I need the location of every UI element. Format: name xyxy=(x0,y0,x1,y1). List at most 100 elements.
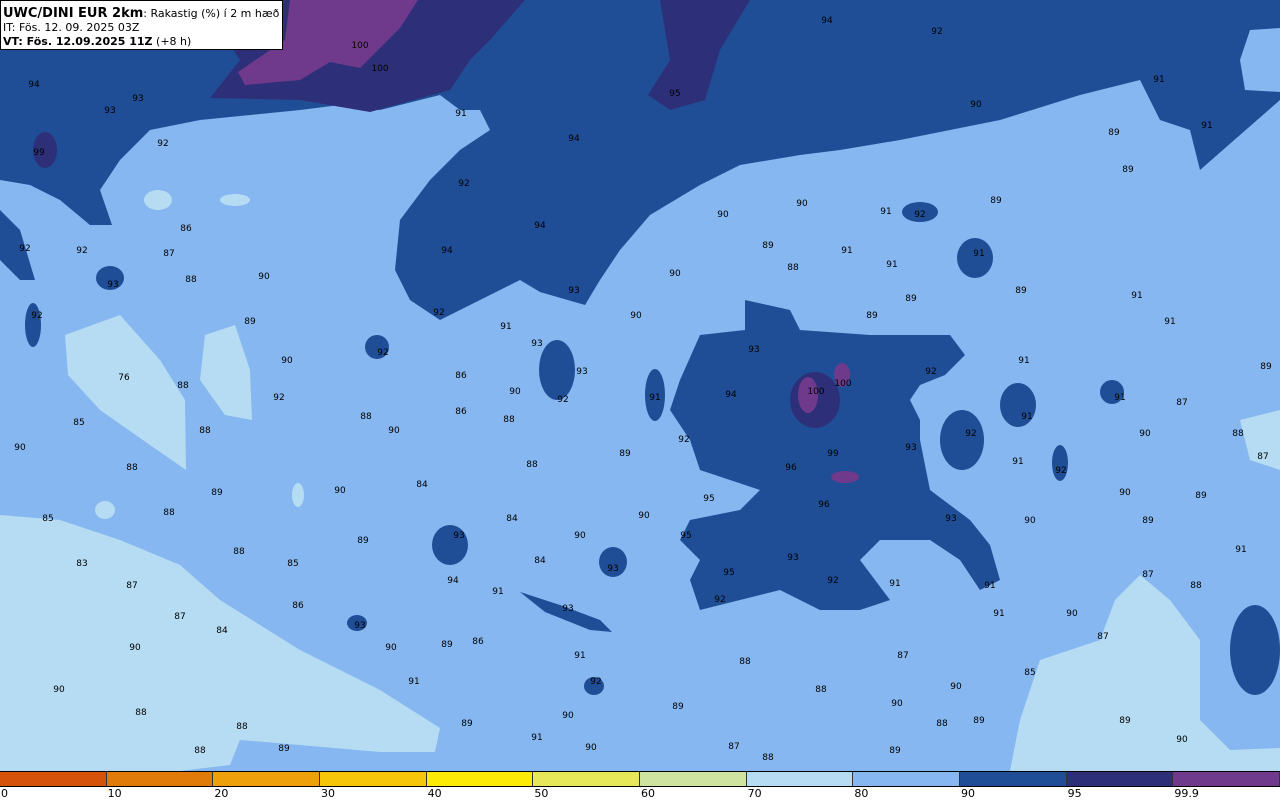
contour-label: 92 xyxy=(157,139,168,149)
contour-label: 90 xyxy=(509,387,521,397)
contour-label: 93 xyxy=(107,280,118,290)
colorbar-tick-label: 20 xyxy=(214,787,229,800)
colorbar-segment xyxy=(213,772,321,786)
dark-blob xyxy=(539,340,575,400)
contour-label: 86 xyxy=(455,371,467,381)
contour-label: 93 xyxy=(945,514,956,524)
colorbar-segment xyxy=(426,772,534,786)
contour-label: 88 xyxy=(177,381,189,391)
contour-label: 93 xyxy=(354,621,365,631)
contour-label: 89 xyxy=(278,744,290,754)
contour-label: 89 xyxy=(211,488,223,498)
contour-label: 90 xyxy=(129,643,141,653)
contour-label: 91 xyxy=(1201,121,1212,131)
contour-label: 94 xyxy=(725,390,737,400)
colorbar-segment xyxy=(533,772,641,786)
contour-label: 93 xyxy=(748,345,759,355)
contour-label: 89 xyxy=(672,702,684,712)
contour-label: 89 xyxy=(461,719,473,729)
contour-label: 88 xyxy=(236,722,248,732)
contour-label: 91 xyxy=(973,249,984,259)
title-box: UWC/DINI EUR 2km: Rakastig (%) í 2 m hæð… xyxy=(0,0,283,50)
contour-label: 90 xyxy=(970,100,982,110)
contour-label: 87 xyxy=(1257,452,1268,462)
contour-label: 91 xyxy=(492,587,503,597)
light-blob xyxy=(292,483,304,507)
contour-label: 91 xyxy=(1131,291,1142,301)
colorbar-segment xyxy=(960,772,1067,786)
contour-label: 94 xyxy=(568,134,580,144)
colorbar-labels: 0 10 20 30 40 50 60 70 80 90 95 99.9 xyxy=(0,787,1280,802)
contour-label: 91 xyxy=(500,322,511,332)
contour-label: 92 xyxy=(1055,466,1066,476)
light-blob xyxy=(220,194,250,206)
contour-label: 99 xyxy=(827,449,839,459)
contour-label: 92 xyxy=(31,311,42,321)
contour-label: 91 xyxy=(455,109,466,119)
contour-label: 89 xyxy=(1108,128,1120,138)
contour-label: 92 xyxy=(19,244,30,254)
contour-label: 90 xyxy=(669,269,681,279)
contour-label: 88 xyxy=(526,460,538,470)
init-time: IT: Fös. 12. 09. 2025 03Z xyxy=(3,21,140,34)
contour-label: 89 xyxy=(889,746,901,756)
humidity-map: 94 92 100 100 95 91 90 91 89 89 94 93 93 91 94 92 99 92 90… xyxy=(0,0,1280,771)
contour-label: 91 xyxy=(880,207,891,217)
contour-label: 86 xyxy=(455,407,467,417)
contour-label: 91 xyxy=(1021,412,1032,422)
contour-label: 90 xyxy=(53,685,65,695)
contour-label: 89 xyxy=(244,317,256,327)
contour-label: 91 xyxy=(1164,317,1175,327)
contour-label: 87 xyxy=(1097,632,1108,642)
parameter-name: : Rakastig (%) í 2 m hæð xyxy=(143,7,280,20)
contour-label: 92 xyxy=(714,595,725,605)
contour-label: 95 xyxy=(669,89,680,99)
contour-label: 91 xyxy=(574,651,585,661)
contour-label: 93 xyxy=(905,443,916,453)
contour-label: 90 xyxy=(1066,609,1078,619)
contour-label: 90 xyxy=(574,531,586,541)
contour-label: 88 xyxy=(1232,429,1244,439)
contour-label: 94 xyxy=(28,80,40,90)
contour-label: 90 xyxy=(891,699,903,709)
contour-label: 93 xyxy=(562,604,573,614)
contour-label: 93 xyxy=(568,286,579,296)
contour-label: 89 xyxy=(990,196,1002,206)
contour-label: 88 xyxy=(936,719,948,729)
contour-label: 90 xyxy=(14,443,26,453)
contour-label: 86 xyxy=(180,224,192,234)
contour-label: 89 xyxy=(1142,516,1154,526)
contour-label: 87 xyxy=(897,651,908,661)
contour-label: 90 xyxy=(1176,735,1188,745)
contour-label: 92 xyxy=(914,210,925,220)
contour-label: 88 xyxy=(194,746,206,756)
contour-label: 93 xyxy=(531,339,542,349)
contour-label: 92 xyxy=(827,576,838,586)
model-name: UWC/DINI EUR 2km xyxy=(3,6,144,21)
contour-label: 99 xyxy=(33,148,45,158)
contour-label: 94 xyxy=(534,221,546,231)
contour-label: 91 xyxy=(1018,356,1029,366)
contour-label: 88 xyxy=(762,753,774,763)
contour-label: 90 xyxy=(1119,488,1131,498)
contour-label: 87 xyxy=(126,581,137,591)
contour-label: 84 xyxy=(216,626,228,636)
colorbar-tick-label: 70 xyxy=(747,787,762,800)
contour-label: 89 xyxy=(1195,491,1207,501)
purple-blob xyxy=(831,471,859,483)
contour-label: 88 xyxy=(185,275,197,285)
contour-label: 88 xyxy=(233,547,245,557)
contour-label: 88 xyxy=(503,415,515,425)
contour-label: 93 xyxy=(453,531,464,541)
contour-label: 92 xyxy=(925,367,936,377)
contour-label: 91 xyxy=(889,579,900,589)
valid-time-line: VT: Fös. 12.09.2025 11Z (+8 h) xyxy=(3,35,282,49)
colorbar-segment xyxy=(106,772,214,786)
contour-label: 92 xyxy=(433,308,444,318)
contour-label: 92 xyxy=(273,393,284,403)
contour-label: 91 xyxy=(1153,75,1164,85)
colorbar-tick-label: 60 xyxy=(641,787,655,800)
contour-label: 89 xyxy=(973,716,985,726)
contour-label: 89 xyxy=(866,311,878,321)
contour-label: 91 xyxy=(993,609,1004,619)
